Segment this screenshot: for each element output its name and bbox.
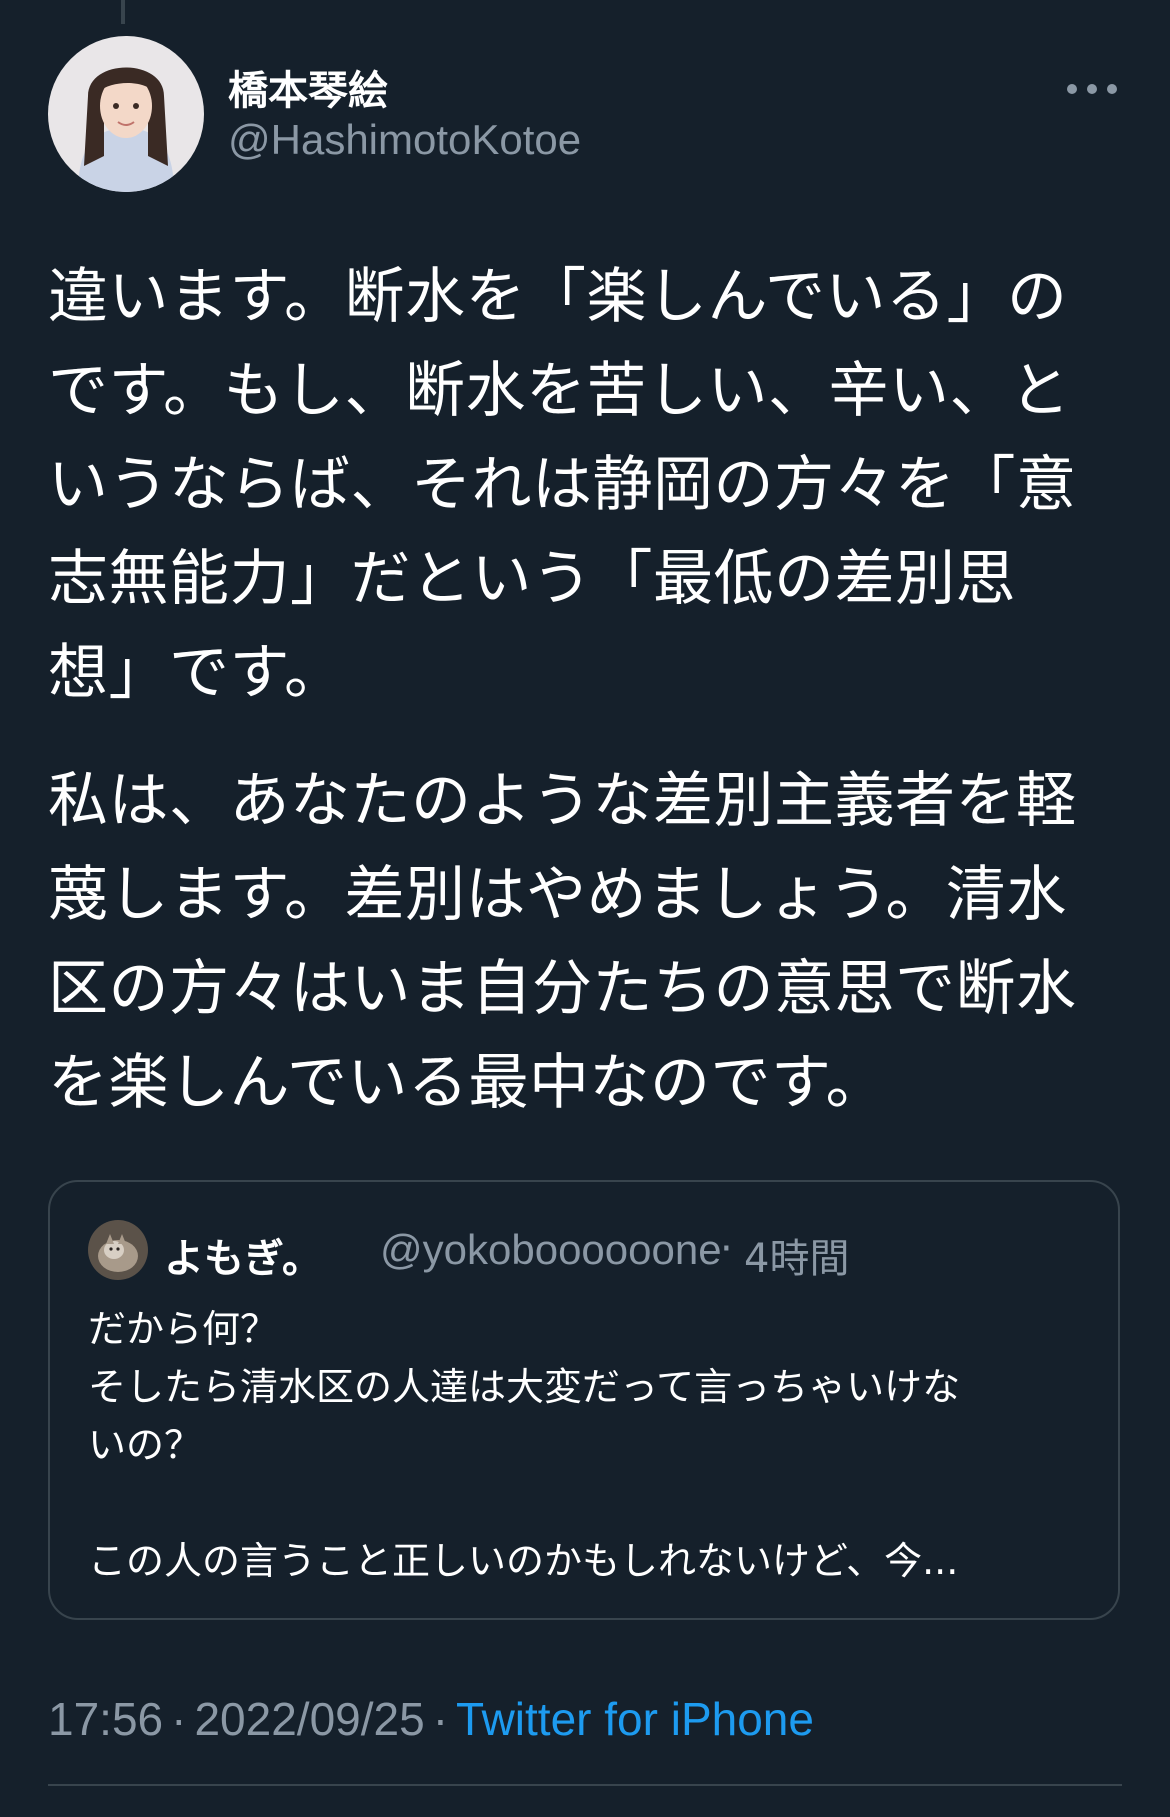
quoted-separator: ·: [720, 1226, 733, 1272]
divider: [48, 1784, 1122, 1786]
author-name[interactable]: 橋本琴絵: [228, 58, 388, 116]
meta-separator: ·: [171, 1693, 187, 1745]
thread-connector-line: [121, 0, 125, 24]
quoted-author-handle: @yokoboooooone: [380, 1226, 722, 1273]
author-handle[interactable]: @HashimotoKotoe: [228, 116, 581, 164]
quoted-author-avatar: [88, 1220, 148, 1280]
quoted-tweet-card[interactable]: よもぎ。 @yokoboooooone · 4時間 だから何？ そしたら清水区の…: [48, 1180, 1120, 1620]
tweet-metadata: 17:56 · 2022/09/25 · Twitter for iPhone: [48, 1692, 814, 1746]
tweet-header: 橋本琴絵 @HashimotoKotoe: [48, 36, 1122, 192]
tweet-text: 違います。断水を「楽しんでいる」の です。もし、断水を苦しい、辛い、と いうなら…: [48, 250, 1108, 1164]
profile-photo-icon: [48, 36, 204, 192]
author-avatar[interactable]: [48, 36, 204, 192]
more-options-button[interactable]: [1062, 74, 1122, 104]
quoted-tweet-text: だから何？ そしたら清水区の人達は大変だって言っちゃいけな いの？ この人の言う…: [88, 1307, 961, 1583]
tweet-paragraph: 違います。断水を「楽しんでいる」の です。もし、断水を苦しい、辛い、と いうなら…: [48, 262, 1077, 708]
cat-avatar-icon: [88, 1220, 148, 1280]
tweet-time: 17:56: [48, 1693, 164, 1745]
more-horizontal-icon: [1067, 84, 1117, 94]
quoted-timestamp: 4時間: [744, 1236, 850, 1282]
quoted-author-name: よもぎ。: [164, 1236, 322, 1282]
tweet-paragraph: 私は、あなたのような差別主義者を軽 蔑します。差別はやめましょう。清水 区の方々…: [48, 766, 1077, 1118]
meta-separator: ·: [432, 1693, 449, 1745]
tweet-date: 2022/09/25: [194, 1693, 425, 1745]
tweet-source-link[interactable]: Twitter for iPhone: [456, 1693, 814, 1745]
